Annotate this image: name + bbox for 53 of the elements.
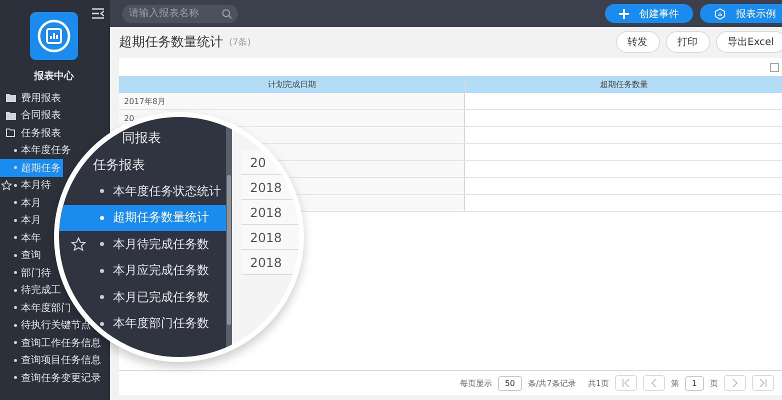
last-page-button[interactable]	[752, 375, 774, 391]
page-title: 超期任务数量统计	[119, 34, 223, 51]
menu-icon[interactable]	[92, 8, 104, 19]
sidebar-item[interactable]: 本月待完成任务数	[100, 231, 211, 258]
sidebar-item[interactable]: 本年度部门任务数	[100, 310, 211, 337]
sidebar-item[interactable]: 本月应完成任务数	[100, 258, 211, 284]
column-header: 超期任务数量	[599, 79, 649, 91]
sidebar-item[interactable]: 本月已完成任务数	[100, 284, 211, 310]
record-count: (7条)	[229, 36, 251, 48]
page-size-field[interactable]: 50	[498, 376, 522, 390]
action-button[interactable]: 转发	[616, 31, 660, 53]
action-button[interactable]: 打印	[666, 31, 710, 53]
group-label: 合同报表	[21, 108, 61, 122]
star-icon[interactable]	[1, 180, 12, 190]
page-number-field[interactable]: 1	[684, 376, 704, 390]
sidebar-item[interactable]: 本月	[0, 194, 43, 212]
sidebar-item[interactable]: 任务报表	[93, 152, 145, 178]
group-label: 任务报表	[21, 126, 61, 140]
app-logo	[30, 12, 78, 60]
first-page-icon	[622, 379, 630, 387]
first-page-button[interactable]	[614, 375, 637, 391]
group-label: 费用报表	[21, 92, 61, 105]
sidebar-item[interactable]: 查询任务变更记录	[0, 369, 103, 386]
pager-label: 第	[670, 378, 679, 388]
sidebar-item[interactable]: 查询	[0, 246, 43, 264]
chevron-left-icon	[650, 379, 658, 387]
table-cell: 2018	[242, 225, 299, 250]
app-name: 报表中心	[34, 69, 74, 83]
sidebar-item[interactable]: 本年度任务状态统计	[100, 178, 223, 204]
page-total: 共1页	[588, 378, 609, 388]
search-field[interactable]: 请输入报表名称	[122, 4, 238, 22]
star-icon[interactable]	[71, 237, 86, 252]
column-settings-icon[interactable]	[770, 62, 779, 72]
chevron-right-icon	[731, 379, 739, 387]
sidebar-group[interactable]: 费用报表	[0, 89, 63, 106]
sidebar-item[interactable]: 本月待	[0, 176, 53, 194]
plus-icon	[619, 8, 629, 18]
last-page-icon	[759, 379, 767, 387]
record-total: 条/共7条记录	[528, 378, 576, 388]
sidebar-item[interactable]: 部门待	[0, 264, 53, 282]
table-cell: 2017年8月	[119, 93, 465, 109]
pager-label: 每页显示	[460, 378, 492, 388]
sidebar-item[interactable]: 同报表	[122, 125, 161, 152]
sidebar-item[interactable]: 本月	[0, 212, 43, 229]
sidebar-item[interactable]: 本年	[0, 229, 43, 246]
previous-page-button[interactable]	[642, 375, 665, 391]
next-page-button[interactable]	[724, 375, 746, 391]
pager-label: 页	[710, 378, 718, 388]
chart-icon	[714, 8, 726, 20]
search-icon	[222, 8, 232, 18]
action-button[interactable]: 导出Excel	[716, 31, 782, 53]
table-cell: 2018	[242, 250, 299, 275]
table-cell: 2018	[242, 200, 299, 225]
